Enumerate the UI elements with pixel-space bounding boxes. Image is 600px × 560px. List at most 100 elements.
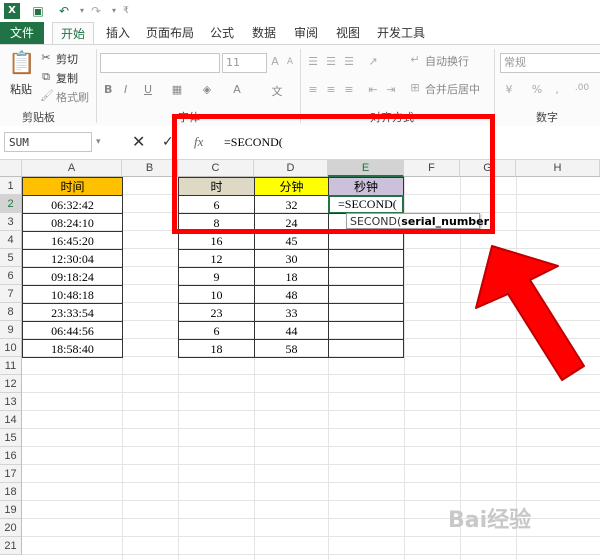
row-header[interactable]: 9 [0,321,22,339]
bold-button[interactable]: B [104,83,112,96]
grow-font-icon[interactable]: A [268,55,282,68]
cut-button[interactable]: 剪切 [56,51,78,67]
cell-time[interactable]: 08:24:10 [22,213,123,232]
align-top-icon[interactable]: ☰ [306,55,320,68]
cell-minute[interactable]: 58 [254,339,329,358]
name-box[interactable]: SUM [4,132,92,152]
copy-button[interactable]: 复制 [56,70,78,86]
row-header[interactable]: 18 [0,483,22,501]
column-header[interactable]: A [22,160,122,177]
row-header[interactable]: 2 [0,195,22,213]
cell-minute[interactable]: 18 [254,267,329,286]
row-header[interactable]: 16 [0,447,22,465]
cell-hour[interactable]: 23 [178,303,255,322]
orientation-icon[interactable]: ↗ [366,55,380,68]
cancel-formula-icon[interactable]: ✕ [132,132,145,152]
row-header[interactable]: 1 [0,177,22,195]
cell-second[interactable] [328,249,404,268]
column-header[interactable]: H [516,160,600,177]
increase-indent-icon[interactable]: ⇥ [384,83,398,96]
row-header[interactable]: 17 [0,465,22,483]
underline-button[interactable]: U [144,83,152,96]
currency-icon[interactable]: ¥ [502,83,516,96]
tab-file[interactable]: 文件 [0,22,44,44]
row-header[interactable]: 6 [0,267,22,285]
align-right-icon[interactable]: ≡ [342,83,356,96]
cell-a1-header[interactable]: 时间 [22,177,123,196]
tab-home[interactable]: 开始 [52,22,94,45]
row-header[interactable]: 13 [0,393,22,411]
align-middle-icon[interactable]: ☰ [324,55,338,68]
cell-hour[interactable]: 12 [178,249,255,268]
column-header[interactable]: B [122,160,178,177]
increase-decimal-icon[interactable]: .00 [570,83,594,93]
tab-developer[interactable]: 开发工具 [372,22,430,44]
italic-button[interactable]: I [124,83,127,96]
redo-icon[interactable]: ↷ [88,3,104,19]
paste-button[interactable]: 粘贴 [10,81,32,97]
row-header[interactable]: 5 [0,249,22,267]
cell-time[interactable]: 10:48:18 [22,285,123,304]
cell-hour[interactable]: 18 [178,339,255,358]
row-header[interactable]: 14 [0,411,22,429]
number-format-select[interactable]: 常规 [500,53,600,73]
row-header[interactable]: 4 [0,231,22,249]
cell-second[interactable] [328,321,404,340]
shrink-font-icon[interactable]: A [284,57,296,67]
comma-style-icon[interactable]: , [550,83,564,96]
row-header[interactable]: 8 [0,303,22,321]
cell-time[interactable]: 18:58:40 [22,339,123,358]
align-center-icon[interactable]: ≡ [324,83,338,96]
merge-center-button[interactable]: 合并后居中 [425,81,480,97]
undo-icon[interactable]: ↶ [56,3,72,19]
tab-view[interactable]: 视图 [330,22,366,44]
cell-time[interactable]: 16:45:20 [22,231,123,250]
wrap-text-button[interactable]: 自动换行 [425,53,469,69]
format-painter-button[interactable]: 格式刷 [56,89,89,105]
tab-page-layout[interactable]: 页面布局 [142,22,198,44]
row-header[interactable]: 3 [0,213,22,231]
cell-minute[interactable]: 30 [254,249,329,268]
cell-hour[interactable]: 10 [178,285,255,304]
phonetic-icon[interactable]: 文 [270,83,284,99]
cell-second[interactable] [328,267,404,286]
cell-minute[interactable]: 48 [254,285,329,304]
row-header[interactable]: 10 [0,339,22,357]
cell-hour[interactable]: 9 [178,267,255,286]
select-all-corner[interactable] [0,160,22,177]
align-bottom-icon[interactable]: ☰ [342,55,356,68]
fill-color-icon[interactable]: ◈ [200,83,214,96]
row-header[interactable]: 11 [0,357,22,375]
border-icon[interactable]: ▦ [170,83,184,96]
percent-icon[interactable]: % [530,83,544,96]
cell-second[interactable] [328,339,404,358]
name-box-dropdown-icon[interactable]: ▾ [96,132,101,152]
customize-qat-icon[interactable]: ₹ [118,3,134,19]
tab-formulas[interactable]: 公式 [204,22,240,44]
cell-time[interactable]: 06:44:56 [22,321,123,340]
row-header[interactable]: 7 [0,285,22,303]
align-left-icon[interactable]: ≡ [306,83,320,96]
tab-review[interactable]: 审阅 [288,22,324,44]
font-size-select[interactable]: 11 [222,53,267,73]
row-header[interactable]: 15 [0,429,22,447]
tab-data[interactable]: 数据 [246,22,282,44]
font-family-select[interactable] [100,53,220,73]
cell-time[interactable]: 23:33:54 [22,303,123,322]
tab-insert[interactable]: 插入 [100,22,136,44]
cell-time[interactable]: 12:30:04 [22,249,123,268]
cell-time[interactable]: 06:32:42 [22,195,123,214]
save-icon[interactable]: ▣ [30,3,46,19]
cell-second[interactable] [328,285,404,304]
cell-minute[interactable]: 44 [254,321,329,340]
cell-second[interactable] [328,303,404,322]
cell-minute[interactable]: 33 [254,303,329,322]
paste-icon[interactable]: 📋 [8,51,35,77]
cell-hour[interactable]: 6 [178,321,255,340]
row-header[interactable]: 19 [0,501,22,519]
cell-time[interactable]: 09:18:24 [22,267,123,286]
decrease-indent-icon[interactable]: ⇤ [366,83,380,96]
row-header[interactable]: 21 [0,537,22,555]
row-header[interactable]: 12 [0,375,22,393]
row-header[interactable]: 20 [0,519,22,537]
